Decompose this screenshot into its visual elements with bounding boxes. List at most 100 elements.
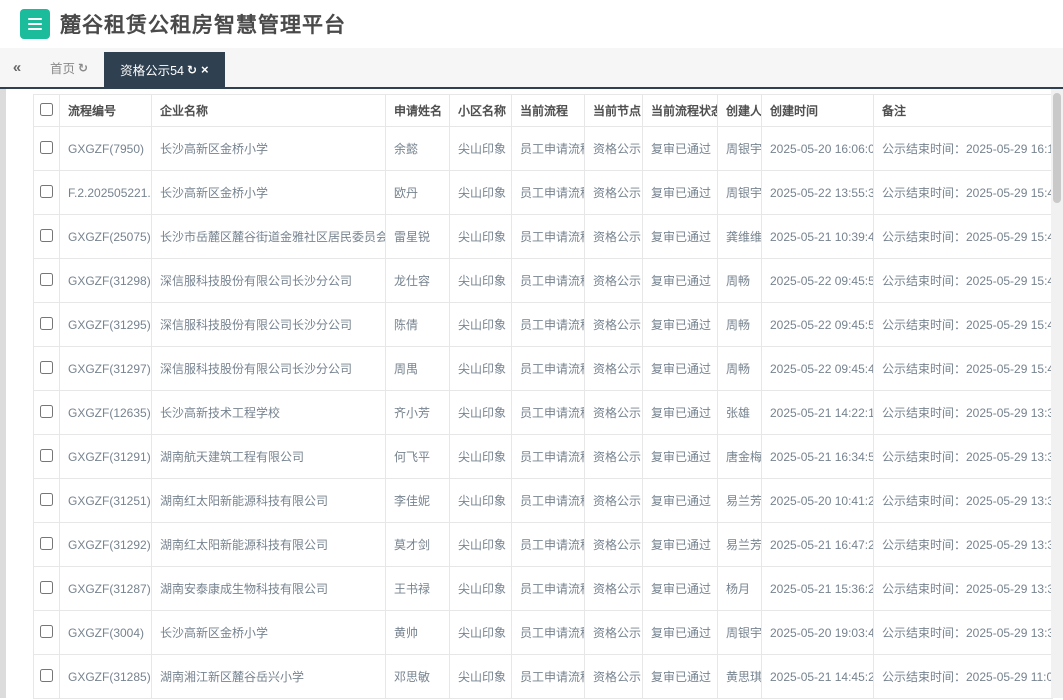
- menu-toggle-button[interactable]: [20, 9, 50, 39]
- column-header: 小区名称: [449, 94, 512, 127]
- table-cell: 2025-05-21 15:36:25: [761, 566, 874, 611]
- table-cell: 湖南红太阳新能源科技有限公司: [151, 478, 386, 523]
- table-cell: 尖山印象: [449, 346, 512, 391]
- table-header-row: 流程编号 企业名称 申请姓名 小区名称 当前流程 当前节点 当前流程状态 创建人 创建时间 备注: [33, 94, 1053, 127]
- tab-bar: « 首页 ↻ 资格公示54 ↻ ×: [0, 48, 1063, 89]
- close-icon[interactable]: ×: [201, 62, 209, 77]
- table-cell: GXGZF(7950): [59, 126, 152, 171]
- row-checkbox[interactable]: [40, 228, 53, 242]
- table-cell: 资格公示: [584, 302, 643, 347]
- table-cell: 欧丹: [385, 170, 450, 215]
- row-checkbox[interactable]: [40, 184, 53, 198]
- table-cell: 尖山印象: [449, 610, 512, 655]
- table-cell: 尖山印象: [449, 258, 512, 303]
- qualification-table: 流程编号 企业名称 申请姓名 小区名称 当前流程 当前节点 当前流程状态 创建人 创建时间 备注 …: [33, 94, 1053, 699]
- table-cell: 复审已通过: [642, 126, 718, 171]
- table-row[interactable]: GXGZF(31298) 深信服科技股份有限公司长沙分公司 龙仕容 尖山印象 员工申请流…: [33, 258, 1053, 303]
- vertical-scrollbar[interactable]: [1051, 89, 1063, 698]
- table-row[interactable]: F.2.202505221...长沙高新区金桥小学欧丹尖山印象员工申请流程资格公…: [33, 170, 1053, 215]
- table-cell: 尖山印象: [449, 126, 512, 171]
- row-checkbox[interactable]: [40, 536, 53, 550]
- tab-label: 首页: [50, 62, 76, 76]
- table-cell: GXGZF(31287): [59, 566, 152, 611]
- table-cell: 公示结束时间：2025-05-29 13:39:41: [873, 434, 1053, 479]
- table-cell: F.2.202505221...: [59, 170, 152, 215]
- refresh-icon[interactable]: ↻: [78, 61, 88, 75]
- table-row[interactable]: GXGZF(31291)湖南航天建筑工程有限公司何飞平尖山印象员工申请流程资格公…: [33, 434, 1053, 479]
- table-row[interactable]: GXGZF(31285)湖南湘江新区麓谷岳兴小学邓思敏尖山印象员工申请流程资格公…: [33, 654, 1053, 699]
- table-cell: 长沙高新区金桥小学: [151, 126, 386, 171]
- table-cell: 2025-05-20 16:06:03: [761, 126, 874, 171]
- table-cell: 何飞平: [385, 434, 450, 479]
- table-cell: 复审已通过: [642, 170, 718, 215]
- table-cell: GXGZF(31298): [59, 258, 152, 303]
- table-cell: 尖山印象: [449, 522, 512, 567]
- collapsed-sidebar-strip: [0, 89, 6, 698]
- table-cell: 深信服科技股份有限公司长沙分公司: [151, 302, 386, 347]
- table-row[interactable]: GXGZF(31251)湖南红太阳新能源科技有限公司李佳妮尖山印象员工申请流程资…: [33, 478, 1053, 523]
- table-cell: 雷星锐: [385, 214, 450, 259]
- table-cell: 资格公示: [584, 434, 643, 479]
- table-cell: 资格公示: [584, 478, 643, 523]
- row-checkbox[interactable]: [40, 272, 53, 286]
- table-cell: 唐金梅: [717, 434, 762, 479]
- table-cell: 2025-05-22 09:45:45: [761, 346, 874, 391]
- table-cell: GXGZF(3004): [59, 610, 152, 655]
- row-checkbox[interactable]: [40, 316, 53, 330]
- row-checkbox[interactable]: [40, 404, 53, 418]
- row-checkbox-cell: [33, 258, 60, 303]
- row-checkbox-cell: [33, 522, 60, 567]
- row-checkbox-cell: [33, 390, 60, 435]
- table-row[interactable]: GXGZF(31297)深信服科技股份有限公司长沙分公司周禺尖山印象员工申请流程…: [33, 346, 1053, 391]
- table-cell: 湖南安泰康成生物科技有限公司: [151, 566, 386, 611]
- table-row[interactable]: GXGZF(31292)湖南红太阳新能源科技有限公司莫才剑尖山印象员工申请流程资…: [33, 522, 1053, 567]
- table-row[interactable]: GXGZF(3004)长沙高新区金桥小学黄帅尖山印象员工申请流程资格公示复审已通…: [33, 610, 1053, 655]
- table-cell: 公示结束时间：2025-05-29 13:39:50: [873, 390, 1053, 435]
- table-cell: 长沙市岳麓区麓谷街道金雅社区居民委员会: [151, 214, 386, 259]
- table-cell: 王书禄: [385, 566, 450, 611]
- row-checkbox[interactable]: [40, 360, 53, 374]
- row-checkbox[interactable]: [40, 624, 53, 638]
- tab-qualification-publicity[interactable]: 资格公示54 ↻ ×: [104, 52, 225, 87]
- table-row[interactable]: GXGZF(12635)长沙高新技术工程学校齐小芳尖山印象员工申请流程资格公示复…: [33, 390, 1053, 435]
- row-checkbox[interactable]: [40, 140, 53, 154]
- tab-label: 资格公示54: [120, 64, 184, 78]
- table-cell: 2025-05-22 09:45:51: [761, 302, 874, 347]
- table-cell: 复审已通过: [642, 346, 718, 391]
- table-cell: 员工申请流程: [511, 302, 585, 347]
- table-cell: 周银宇: [717, 610, 762, 655]
- row-checkbox[interactable]: [40, 492, 53, 506]
- row-checkbox[interactable]: [40, 448, 53, 462]
- table-cell: 周畅: [717, 258, 762, 303]
- table-cell: 易兰芳: [717, 522, 762, 567]
- table-row[interactable]: GXGZF(7950)长沙高新区金桥小学余懿尖山印象员工申请流程资格公示复审已通…: [33, 126, 1053, 171]
- select-all-checkbox[interactable]: [40, 102, 53, 116]
- row-checkbox-cell: [33, 302, 60, 347]
- row-checkbox-cell: [33, 566, 60, 611]
- table-cell: 员工申请流程: [511, 214, 585, 259]
- table-cell: 龚维维: [717, 214, 762, 259]
- table-cell: 复审已通过: [642, 610, 718, 655]
- refresh-icon[interactable]: ↻: [187, 63, 197, 77]
- scrollbar-thumb[interactable]: [1053, 93, 1061, 203]
- tab-home[interactable]: 首页 ↻: [34, 48, 104, 87]
- table-cell: 2025-05-20 10:41:22: [761, 478, 874, 523]
- table-cell: 龙仕容: [385, 258, 450, 303]
- table-cell: 张雄: [717, 390, 762, 435]
- table-row[interactable]: GXGZF(31295)深信服科技股份有限公司长沙分公司陈倩尖山印象员工申请流程…: [33, 302, 1053, 347]
- table-cell: 公示结束时间：2025-05-29 15:44:44: [873, 170, 1053, 215]
- row-checkbox[interactable]: [40, 580, 53, 594]
- collapse-tabs-button[interactable]: «: [0, 48, 34, 87]
- table-cell: 公示结束时间：2025-05-29 11:00:17: [873, 654, 1053, 699]
- row-checkbox[interactable]: [40, 668, 53, 682]
- row-checkbox-cell: [33, 610, 60, 655]
- table-row[interactable]: GXGZF(31287)湖南安泰康成生物科技有限公司王书禄尖山印象员工申请流程资…: [33, 566, 1053, 611]
- hamburger-icon: [28, 23, 42, 25]
- column-header: 申请姓名: [385, 94, 450, 127]
- table-cell: 员工申请流程: [511, 346, 585, 391]
- table-cell: 资格公示: [584, 346, 643, 391]
- double-chevron-left-icon: «: [12, 59, 22, 76]
- table-cell: 复审已通过: [642, 478, 718, 523]
- table-cell: 尖山印象: [449, 654, 512, 699]
- table-row[interactable]: GXGZF(25075) 长沙市岳麓区麓谷街道金雅社区居民委员会 雷星锐 尖山印象 员工…: [33, 214, 1053, 259]
